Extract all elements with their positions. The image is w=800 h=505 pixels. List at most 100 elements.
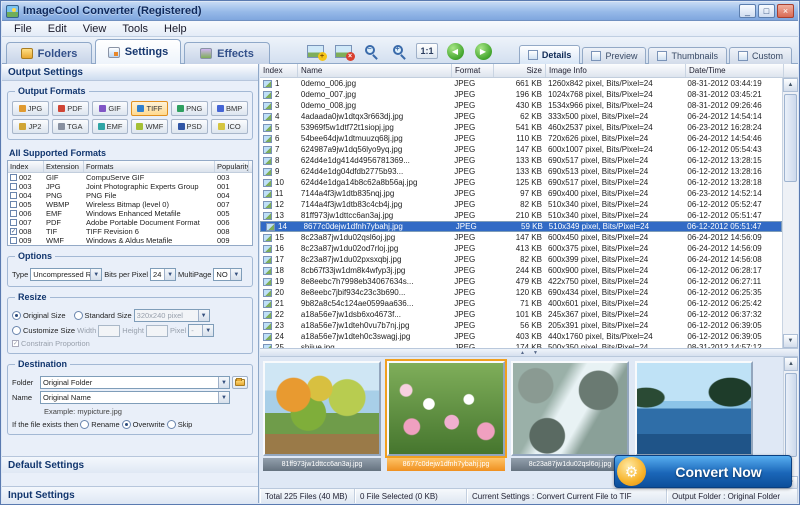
file-row[interactable]: 22a18a56e7jw1dsb6xo4673f...JPEG101 KB245…	[260, 309, 782, 320]
file-row[interactable]: 24a18a56e7jw1dteh0c3swagj.jpgJPEG403 KB4…	[260, 331, 782, 342]
close-button[interactable]: ×	[777, 4, 794, 18]
format-row[interactable]: 002GIFCompuServe GIF003	[8, 173, 252, 182]
format-row[interactable]: 003JPGJoint Photographic Experts Group00…	[8, 182, 252, 191]
scroll-down-arrow[interactable]: ▼	[783, 334, 798, 348]
chevron-down-icon[interactable]: ▼	[218, 392, 229, 403]
destination-folder-select[interactable]: Original Folder▼	[40, 376, 230, 389]
menu-item-edit[interactable]: Edit	[40, 23, 75, 35]
file-col-header[interactable]: Name	[298, 64, 452, 77]
format-button-wmf[interactable]: WMF	[131, 119, 168, 134]
format-row[interactable]: 005WBMPWireless Bitmap (level 0)007	[8, 200, 252, 209]
type-select[interactable]: Uncompressed RGB▼	[30, 268, 102, 281]
destination-name-select[interactable]: Original Name▼	[40, 391, 230, 404]
file-row[interactable]: 20demo_007.jpgJPEG196 KB1024x768 pixel, …	[260, 89, 782, 100]
format-checkbox[interactable]	[10, 237, 17, 244]
browse-folder-button[interactable]	[232, 376, 248, 389]
file-row[interactable]: 10624d4e1dga14b8c62a8b56aj.jpgJPEG125 KB…	[260, 177, 782, 188]
file-col-header[interactable]: Size	[494, 64, 546, 77]
file-list-scrollbar[interactable]: ▲ ▼	[782, 78, 798, 348]
menu-item-file[interactable]: File	[6, 23, 40, 35]
format-col-header[interactable]: Popularity	[215, 161, 249, 172]
thumbnail[interactable]: 81ff973jw1dttcc6an3aj.jpg	[263, 361, 381, 471]
pixel-unit-select[interactable]: -▼	[188, 324, 214, 337]
width-input[interactable]	[98, 325, 120, 337]
view-tab-details[interactable]: Details	[519, 45, 581, 64]
file-col-header[interactable]: Index	[260, 64, 298, 77]
zoom-in-button[interactable]: +	[388, 40, 410, 62]
file-col-header[interactable]: Date/Time	[686, 64, 784, 77]
tab-settings[interactable]: Settings	[95, 39, 181, 64]
format-button-emf[interactable]: EMF	[92, 119, 129, 134]
thumbnail-image[interactable]	[635, 361, 753, 456]
scroll-up-arrow[interactable]: ▲	[783, 78, 798, 92]
previous-image-button[interactable]: ◀	[444, 40, 466, 62]
next-image-button[interactable]: ▶	[472, 40, 494, 62]
panel-splitter[interactable]: ▲▼	[260, 348, 798, 357]
file-row[interactable]: 168c23a87jw1du02od7rloj.jpgJPEG413 KB600…	[260, 243, 782, 254]
bits-per-pixel-select[interactable]: 24▼	[150, 268, 176, 281]
file-row[interactable]: 158c23a87jw1du02qsl6oj.jpgJPEG147 KB600x…	[260, 232, 782, 243]
file-row[interactable]: 553969f5w1dtf72t1siopj.jpgJPEG541 KB460x…	[260, 122, 782, 133]
splitter-up-icon[interactable]: ▲	[520, 350, 525, 356]
original-size-radio[interactable]	[12, 311, 21, 320]
convert-now-button[interactable]: ⚙ Convert Now	[614, 455, 792, 488]
file-col-header[interactable]: Format	[452, 64, 494, 77]
standard-size-select[interactable]: 320x240 pixel▼	[134, 309, 210, 322]
file-row[interactable]: 44adaada0jw1dtqx3r663dj.jpgJPEG62 KB333x…	[260, 111, 782, 122]
format-checkbox[interactable]	[10, 210, 17, 217]
multipage-select[interactable]: NO▼	[213, 268, 242, 281]
file-row[interactable]: 208e8eebc7jbif934c23c3b690...JPEG120 KB6…	[260, 287, 782, 298]
view-tab-preview[interactable]: Preview	[582, 47, 646, 64]
view-tab-custom[interactable]: Custom	[729, 47, 792, 64]
chevron-down-icon[interactable]: ▼	[198, 310, 209, 321]
titlebar[interactable]: ImageCool Converter (Registered) _ □ ×	[2, 2, 798, 21]
chevron-down-icon[interactable]: ▼	[90, 269, 101, 280]
format-row[interactable]: 008TIFTIFF Revision 6008	[8, 227, 252, 236]
tab-folders[interactable]: Folders	[6, 42, 92, 64]
file-row[interactable]: 148677c0dejw1dfnh7ybahj.jpgJPEG59 KB510x…	[260, 221, 782, 232]
file-row[interactable]: 1381ff973jw1dttcc6an3aj.jpgJPEG210 KB510…	[260, 210, 782, 221]
format-button-ico[interactable]: ICO	[211, 119, 248, 134]
file-row[interactable]: 117144a4f3jw1dtb835nqj.jpgJPEG97 KB690x4…	[260, 188, 782, 199]
format-checkbox[interactable]	[10, 183, 17, 190]
chevron-down-icon[interactable]: ▼	[202, 325, 213, 336]
file-row[interactable]: 10demo_006.jpgJPEG661 KB1260x842 pixel, …	[260, 78, 782, 89]
file-row[interactable]: 219b82a8c54c124ae0599aa636...JPEG71 KB40…	[260, 298, 782, 309]
add-images-button[interactable]: +	[304, 40, 326, 62]
default-settings-section[interactable]: Default Settings	[2, 456, 258, 473]
minimize-button[interactable]: _	[739, 4, 756, 18]
format-button-tiff[interactable]: TIFF	[131, 101, 168, 116]
scrollbar-thumb[interactable]	[784, 94, 797, 182]
thumbnail[interactable]: 8c23a87jw1du02qsl6oj.jpg	[511, 361, 629, 471]
file-row[interactable]: 198e8eebc7h7998eb34067634s...JPEG479 KB4…	[260, 276, 782, 287]
format-col-header[interactable]: Index	[8, 161, 44, 172]
format-button-gif[interactable]: GIF	[92, 101, 129, 116]
format-button-psd[interactable]: PSD	[171, 119, 208, 134]
file-row[interactable]: 188cb67f33jw1dm8k4wfyp3j.jpgJPEG244 KB60…	[260, 265, 782, 276]
chevron-down-icon[interactable]: ▼	[230, 269, 241, 280]
chevron-down-icon[interactable]: ▼	[218, 377, 229, 388]
file-row[interactable]: 8624d4e1dg414d4956781369...JPEG133 KB690…	[260, 155, 782, 166]
remove-images-button[interactable]: ×	[332, 40, 354, 62]
standard-size-radio[interactable]	[74, 311, 83, 320]
menu-item-view[interactable]: View	[75, 23, 115, 35]
format-row[interactable]: 006EMFWindows Enhanced Metafile005	[8, 209, 252, 218]
chevron-down-icon[interactable]: ▼	[164, 269, 175, 280]
actual-size-button[interactable]: 1:1	[416, 40, 438, 62]
file-row[interactable]: 127144a4f3jw1dtb83c4cb4j.jpgJPEG82 KB510…	[260, 199, 782, 210]
format-button-jpg[interactable]: JPG	[12, 101, 49, 116]
customize-size-radio[interactable]	[12, 326, 21, 335]
format-checkbox[interactable]	[10, 192, 17, 199]
tab-effects[interactable]: Effects	[184, 42, 270, 64]
view-tab-thumbnails[interactable]: Thumbnails	[648, 47, 727, 64]
overwrite-radio[interactable]	[122, 420, 131, 429]
format-checkbox[interactable]	[10, 219, 17, 226]
thumbnail[interactable]: 8677c0dejw1dfnh7ybahj.jpg	[387, 361, 505, 471]
scrollbar-thumb[interactable]	[785, 373, 797, 457]
format-row[interactable]: 009WMFWindows & Aldus Metafile009	[8, 236, 252, 245]
format-row[interactable]: 004PNGPNG File004	[8, 191, 252, 200]
format-checkbox[interactable]	[10, 201, 17, 208]
height-input[interactable]	[146, 325, 168, 337]
rename-radio[interactable]	[80, 420, 89, 429]
format-button-bmp[interactable]: BMP	[211, 101, 248, 116]
